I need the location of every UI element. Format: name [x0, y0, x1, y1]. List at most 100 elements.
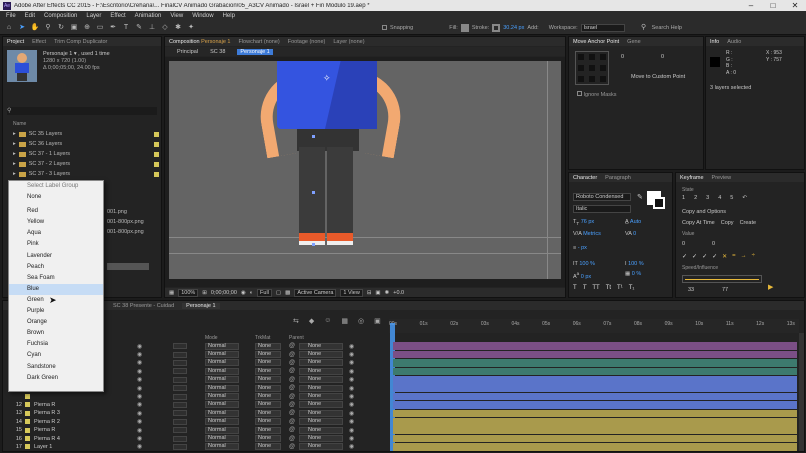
layer-duration-bar[interactable] [393, 443, 797, 451]
table-row[interactable]: ◉ Normal None @ None ◉ [3, 392, 386, 401]
list-item-partial[interactable]: 001-800px.png [107, 229, 144, 235]
render-icon[interactable]: ▣ [375, 290, 380, 296]
layer-trkmat-select[interactable]: None [255, 435, 281, 443]
layer-switches[interactable] [173, 443, 187, 450]
tab-sc38-comp[interactable]: SC 38 Presente - Cuidad [113, 303, 174, 309]
layer-mode-select[interactable]: Normal [205, 418, 239, 426]
font-style-select[interactable]: Italic [573, 205, 631, 213]
eraser-tool-icon[interactable]: ◇ [160, 23, 170, 33]
workspace-select[interactable]: Israel [580, 23, 625, 32]
ease-button[interactable]: → [741, 253, 747, 260]
font-family-select[interactable]: Roboto Condensed [573, 193, 631, 201]
list-item[interactable]: ▸ SC 36 Layers [3, 139, 161, 149]
tab-keyframe[interactable]: Keyframe [680, 175, 704, 181]
visibility-icon[interactable]: ◉ [137, 393, 142, 400]
views-select[interactable]: 1 View [340, 289, 363, 297]
ease-button[interactable]: ✕ [722, 253, 727, 260]
ease-button[interactable]: ✓ [712, 253, 717, 260]
tab-preview[interactable]: Preview [712, 175, 732, 181]
layer-duration-bar[interactable] [393, 384, 797, 392]
layer-name[interactable]: Pierna R 3 [30, 410, 120, 416]
menu-item-sea-foam[interactable]: Sea Foam [9, 273, 103, 284]
ease-button[interactable]: = [732, 253, 736, 260]
parent-pickwhip-icon[interactable]: @ [289, 360, 295, 366]
visibility-icon[interactable]: ◉ [137, 443, 142, 450]
solo-eye-icon[interactable]: ◉ [349, 385, 354, 392]
leading-field[interactable]: A̲ Auto [625, 219, 641, 225]
solo-eye-icon[interactable]: ◉ [349, 410, 354, 417]
layer-switches[interactable] [173, 343, 187, 350]
layer-mode-select[interactable]: Normal [205, 384, 239, 392]
visibility-icon[interactable]: ◉ [137, 435, 142, 442]
close-button[interactable]: ✕ [784, 1, 806, 10]
baseline-shift-field[interactable]: Aa 0 px [573, 271, 591, 280]
list-item-partial[interactable]: 001-800px.png [107, 219, 144, 225]
solo-eye-icon[interactable]: ◉ [349, 376, 354, 383]
vertical-scale-field[interactable]: IT 100 % [573, 261, 595, 267]
create-button[interactable]: Create [740, 220, 757, 226]
layer-mode-select[interactable]: Normal [205, 426, 239, 434]
font-size-field[interactable]: TT 76 px [573, 219, 594, 226]
move-to-custom-point-button[interactable]: Move to Custom Point [631, 74, 685, 80]
layer-switches[interactable] [173, 410, 187, 417]
solo-eye-icon[interactable]: ◉ [349, 401, 354, 408]
menu-item-peach[interactable]: Peach [9, 262, 103, 273]
time-ruler[interactable]: 00s 01s 02s 03s 04s 05s 06s 07s 08s 09s … [389, 319, 799, 333]
list-item[interactable]: ▸ SC 37 - 2 Layers [3, 159, 161, 169]
camera-tool-icon[interactable]: ▣ [69, 23, 79, 33]
menu-item-sandstone[interactable]: Sandstone [9, 362, 103, 373]
menu-effect[interactable]: Effect [110, 13, 125, 19]
solo-eye-icon[interactable]: ◉ [349, 427, 354, 434]
layer-switches[interactable] [173, 376, 187, 383]
draft-3d-icon[interactable]: ◆ [309, 317, 314, 325]
type-tool-icon[interactable]: T [121, 23, 131, 33]
speed-graph[interactable] [682, 275, 762, 283]
layer-switches[interactable] [173, 435, 187, 442]
speed-b-field[interactable]: 77 [722, 287, 728, 293]
layer-switches[interactable] [173, 368, 187, 375]
tracking-field[interactable]: VA 0 [625, 231, 636, 237]
menu-item-cyan[interactable]: Cyan [9, 350, 103, 361]
menu-item-orange[interactable]: Orange [9, 317, 103, 328]
tab-character[interactable]: Character [573, 175, 597, 181]
layer-parent-select[interactable]: None [299, 401, 343, 409]
solo-eye-icon[interactable]: ◉ [349, 368, 354, 375]
visibility-icon[interactable]: ◉ [137, 343, 142, 350]
parent-pickwhip-icon[interactable]: @ [289, 410, 295, 416]
layer-trkmat-select[interactable]: None [255, 367, 281, 375]
menu-item-red[interactable]: Red [9, 206, 103, 217]
layer-duration-bar[interactable] [393, 434, 797, 443]
stroke-width-value[interactable]: 30.24 px [503, 25, 524, 31]
layer-duration-bar[interactable] [393, 367, 797, 376]
menu-view[interactable]: View [170, 13, 183, 19]
all-caps-button[interactable]: TT [592, 285, 599, 291]
menu-item-pink[interactable]: Pink [9, 239, 103, 250]
layer-parent-select[interactable]: None [299, 376, 343, 384]
tab-layer[interactable]: Layer (none) [333, 39, 364, 45]
layer-parent-select[interactable]: None [299, 359, 343, 367]
value-a-field[interactable]: 0 [682, 241, 685, 247]
layer-mode-select[interactable]: Normal [205, 435, 239, 443]
zoom-select[interactable]: 100% [178, 289, 199, 297]
visibility-icon[interactable]: ◉ [137, 351, 142, 358]
layer-switches[interactable] [173, 393, 187, 400]
layer-name[interactable]: Pierna R 2 [30, 419, 120, 425]
ease-button[interactable]: ÷ [752, 253, 755, 260]
table-row[interactable]: 16 Pierna R 4 ◉ Normal None @ None ◉ [3, 434, 386, 443]
tab-project[interactable]: Project [7, 39, 24, 45]
layer-parent-select[interactable]: None [299, 367, 343, 375]
color-icon[interactable]: ◐ [250, 290, 253, 296]
pan-behind-tool-icon[interactable]: ⊕ [82, 23, 92, 33]
parent-pickwhip-icon[interactable]: @ [289, 352, 295, 358]
layer-switches[interactable] [173, 385, 187, 392]
tab-paragraph[interactable]: Paragraph [605, 175, 631, 181]
layer-switches[interactable] [173, 359, 187, 366]
safe-zones-icon[interactable]: ⊞ [202, 290, 207, 296]
visibility-icon[interactable]: ◉ [137, 418, 142, 425]
layer-duration-bar[interactable] [393, 392, 797, 401]
layer-trkmat-select[interactable]: None [255, 409, 281, 417]
layer-trkmat-select[interactable]: None [255, 376, 281, 384]
graph-editor-icon[interactable]: ▣ [374, 317, 381, 325]
copy-button[interactable]: Copy [721, 220, 734, 226]
state-button[interactable]: 1 [682, 195, 685, 201]
